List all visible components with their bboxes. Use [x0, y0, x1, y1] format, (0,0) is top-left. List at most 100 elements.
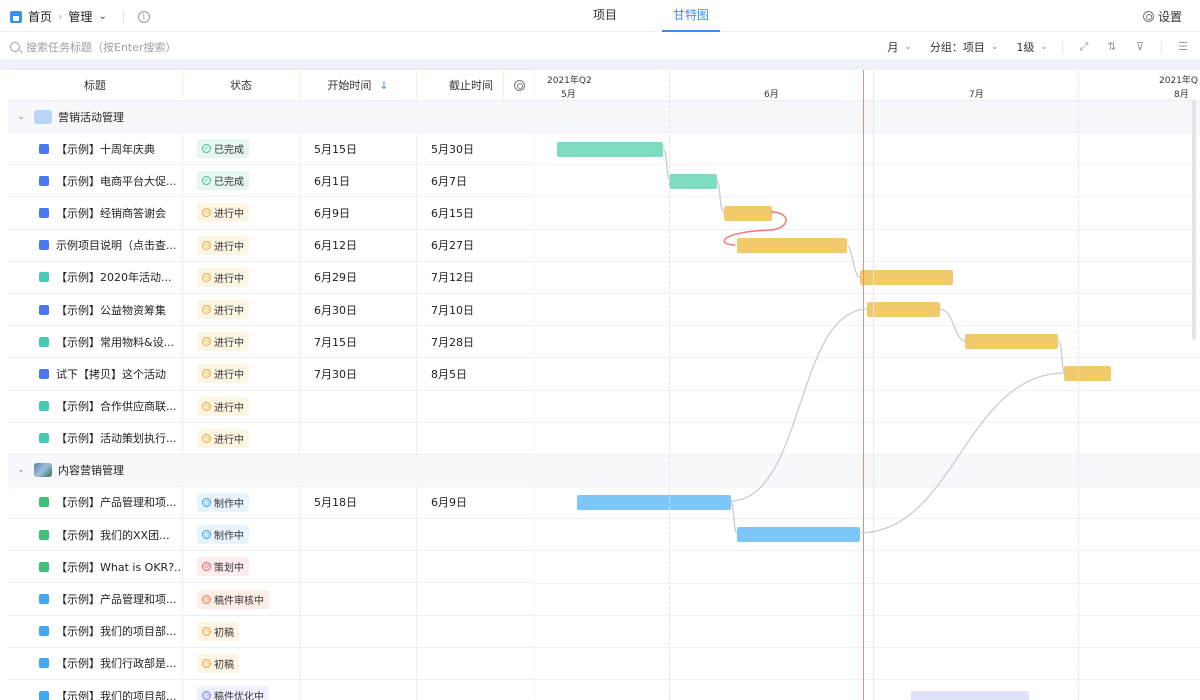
status-cell[interactable]: ◷ 初稿: [183, 647, 300, 679]
table-row[interactable]: 【示例】十周年庆典 ✓ 已完成 5月15日 5月30日: [8, 133, 534, 166]
status-badge[interactable]: ◷ 进行中: [197, 300, 249, 320]
tab-gantt[interactable]: 甘特图: [662, 0, 720, 32]
task-title[interactable]: 【示例】我们的项目部...: [56, 688, 177, 700]
title-cell[interactable]: 试下【拷贝】这个活动: [8, 358, 183, 390]
table-row[interactable]: 【示例】合作供应商联... ◷ 进行中: [8, 390, 534, 423]
status-badge[interactable]: ⊖ 策划中: [197, 557, 249, 577]
status-badge[interactable]: ✓ 已完成: [197, 171, 249, 191]
end-date-cell[interactable]: 6月7日: [417, 165, 534, 196]
title-cell[interactable]: 【示例】产品管理和项...: [8, 583, 183, 615]
vertical-scrollbar[interactable]: [1192, 100, 1196, 340]
table-row[interactable]: 【示例】电商平台大促... ✓ 已完成 6月1日 6月7日: [8, 165, 534, 198]
column-settings-button[interactable]: [504, 70, 534, 100]
tab-project[interactable]: 项目: [570, 0, 640, 32]
level-dropdown[interactable]: 1级 ⌄: [1016, 39, 1048, 55]
task-title[interactable]: 【示例】产品管理和项...: [56, 494, 177, 510]
status-cell[interactable]: ◷ 进行中: [183, 229, 300, 261]
start-date-cell[interactable]: 5月15日: [300, 133, 417, 165]
end-date-cell[interactable]: [417, 583, 534, 614]
title-cell[interactable]: 【示例】What is OKR?...: [8, 551, 183, 583]
task-title[interactable]: 【示例】我们行政部是...: [56, 655, 177, 671]
title-cell[interactable]: 【示例】电商平台大促...: [8, 165, 183, 197]
group-dropdown[interactable]: 分组：项目 ⌄: [930, 39, 999, 55]
title-cell[interactable]: 【示例】十周年庆典: [8, 133, 183, 165]
status-cell[interactable]: ◷ 制作中: [183, 519, 300, 551]
start-date-cell[interactable]: 5月18日: [300, 486, 417, 519]
breadcrumb-home[interactable]: 首页: [28, 8, 52, 25]
task-title[interactable]: 【示例】合作供应商联...: [56, 398, 177, 414]
status-badge[interactable]: ◷ 稿件优化中: [197, 686, 269, 700]
task-title[interactable]: 【示例】公益物资筹集: [56, 302, 166, 318]
status-cell[interactable]: ◷ 进行中: [183, 390, 300, 422]
status-cell[interactable]: ◷ 稿件优化中: [183, 680, 300, 700]
group-row[interactable]: ⌄ 营销活动管理: [8, 101, 534, 133]
filter-icon[interactable]: ⊽: [1133, 41, 1147, 53]
title-cell[interactable]: 示例项目说明（点击查...: [8, 229, 183, 261]
status-badge[interactable]: ◷ 进行中: [197, 203, 249, 223]
sort-icon[interactable]: ⇅: [1105, 41, 1119, 53]
title-cell[interactable]: 【示例】经销商答谢会: [8, 197, 183, 229]
end-date-cell[interactable]: 7月28日: [417, 326, 534, 357]
info-icon[interactable]: i: [137, 10, 150, 23]
status-cell[interactable]: ◷ 进行中: [183, 326, 300, 358]
start-date-cell[interactable]: [300, 583, 417, 615]
task-title[interactable]: 【示例】2020年活动...: [56, 269, 171, 285]
fullscreen-icon[interactable]: ⤢: [1077, 41, 1091, 53]
header-start[interactable]: 开始时间 ↓: [300, 70, 417, 100]
start-date-cell[interactable]: [300, 422, 417, 454]
end-date-cell[interactable]: [417, 391, 534, 422]
chevron-down-icon[interactable]: ⌄: [98, 11, 106, 22]
status-badge[interactable]: ◷ 初稿: [197, 653, 239, 673]
table-row[interactable]: 【示例】产品管理和项... ◷ 稿件审核中: [8, 583, 534, 616]
title-cell[interactable]: 【示例】公益物资筹集: [8, 293, 183, 326]
breadcrumb-manage[interactable]: 管理: [68, 8, 92, 25]
list-icon[interactable]: ☰: [1176, 41, 1190, 53]
start-date-cell[interactable]: 7月30日: [300, 358, 417, 390]
start-date-cell[interactable]: [300, 647, 417, 679]
task-title[interactable]: 【示例】电商平台大促...: [56, 173, 177, 189]
table-row[interactable]: 试下【拷贝】这个活动 ◷ 进行中 7月30日 8月5日: [8, 358, 534, 391]
end-date-cell[interactable]: [417, 648, 534, 679]
search-input[interactable]: 搜索任务标题（按Enter搜索）: [10, 39, 177, 55]
start-date-cell[interactable]: [300, 551, 417, 583]
task-title[interactable]: 示例项目说明（点击查...: [56, 237, 177, 253]
end-date-cell[interactable]: [417, 680, 534, 700]
status-cell[interactable]: ◷ 进行中: [183, 293, 300, 326]
end-date-cell[interactable]: 6月27日: [417, 230, 534, 261]
chevron-down-icon[interactable]: ⌄: [12, 112, 30, 122]
end-date-cell[interactable]: 8月5日: [417, 358, 534, 389]
start-date-cell[interactable]: 7月15日: [300, 326, 417, 358]
start-date-cell[interactable]: 6月12日: [300, 229, 417, 261]
start-date-cell[interactable]: [300, 615, 417, 647]
status-cell[interactable]: ◷ 稿件审核中: [183, 583, 300, 615]
table-row[interactable]: 【示例】我们的XX团... ◷ 制作中: [8, 519, 534, 552]
chevron-down-icon[interactable]: ⌄: [12, 465, 30, 475]
title-cell[interactable]: 【示例】我们的项目部...: [8, 615, 183, 647]
end-date-cell[interactable]: 6月15日: [417, 197, 534, 228]
start-date-cell[interactable]: [300, 390, 417, 422]
table-row[interactable]: 【示例】活动策划执行... ◷ 进行中: [8, 422, 534, 455]
end-date-cell[interactable]: [417, 616, 534, 647]
status-cell[interactable]: ◷ 制作中: [183, 486, 300, 519]
status-badge[interactable]: ◷ 进行中: [197, 332, 249, 352]
end-date-cell[interactable]: [417, 423, 534, 454]
end-date-cell[interactable]: 5月30日: [417, 133, 534, 164]
status-cell[interactable]: ◷ 进行中: [183, 261, 300, 293]
start-date-cell[interactable]: 6月29日: [300, 261, 417, 293]
start-date-cell[interactable]: 6月9日: [300, 197, 417, 229]
status-badge[interactable]: ◷ 进行中: [197, 428, 249, 448]
title-cell[interactable]: 【示例】我们的XX团...: [8, 519, 183, 551]
group-row[interactable]: ⌄ 内容营销管理: [8, 454, 534, 487]
title-cell[interactable]: 【示例】我们行政部是...: [8, 647, 183, 679]
table-row[interactable]: 【示例】产品管理和项... ◷ 制作中 5月18日 6月9日: [8, 486, 534, 520]
table-row[interactable]: 【示例】2020年活动... ◷ 进行中 6月29日 7月12日: [8, 261, 534, 294]
home-icon[interactable]: [10, 10, 22, 23]
task-title[interactable]: 【示例】What is OKR?...: [56, 559, 182, 575]
status-cell[interactable]: ◷ 初稿: [183, 615, 300, 647]
status-badge[interactable]: ✓ 已完成: [197, 139, 249, 159]
status-badge[interactable]: ◷ 制作中: [197, 525, 249, 545]
task-title[interactable]: 【示例】活动策划执行...: [56, 430, 177, 446]
task-title[interactable]: 试下【拷贝】这个活动: [56, 366, 166, 382]
title-cell[interactable]: 【示例】我们的项目部...: [8, 680, 183, 700]
start-date-cell[interactable]: [300, 519, 417, 551]
